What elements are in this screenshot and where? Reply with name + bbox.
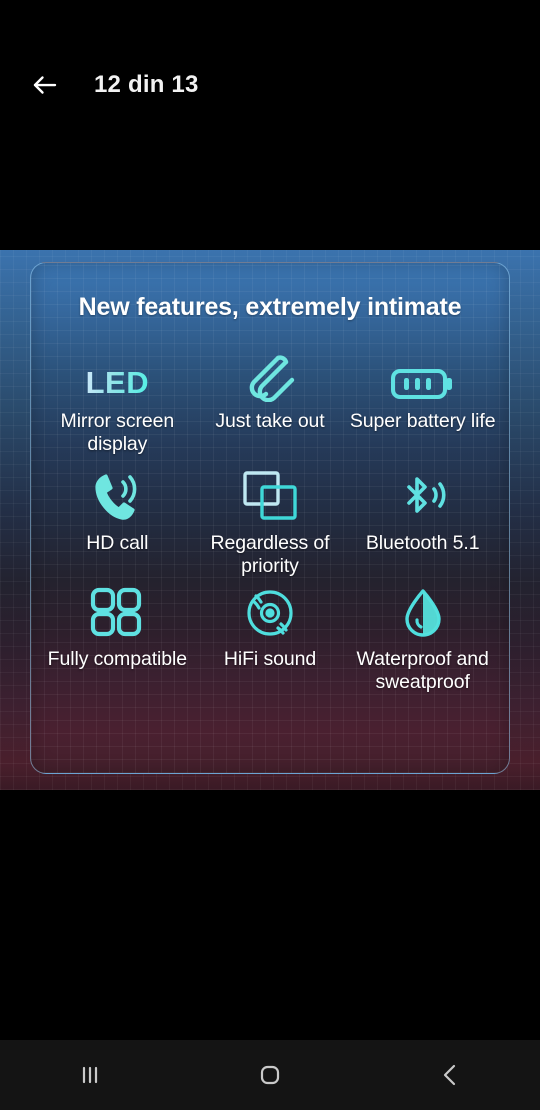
back-chevron-icon[interactable] xyxy=(405,1040,495,1110)
recents-icon[interactable] xyxy=(45,1040,135,1110)
feature-item-mirror-screen: LED Mirror screen display xyxy=(41,344,194,456)
feature-item-battery-life: Super battery life xyxy=(346,344,499,456)
feature-label: Bluetooth 5.1 xyxy=(365,532,480,554)
feature-item-fully-compatible: Fully compatible xyxy=(41,584,194,694)
phone-call-waves-icon xyxy=(89,468,145,524)
status-bar xyxy=(0,0,540,50)
feature-item-waterproof: Waterproof and sweatproof xyxy=(346,584,499,694)
bottom-spacer xyxy=(0,790,540,1050)
feature-item-hifi-sound: HiFi sound xyxy=(194,584,347,694)
feature-row-3: Fully compatible HiFi sound Waterproof a… xyxy=(41,584,499,694)
feature-label: HD call xyxy=(86,532,149,554)
feature-item-regardless-priority: Regardless of priority xyxy=(194,468,347,578)
feature-card: New features, extremely intimate LED Mir… xyxy=(30,262,510,774)
feature-label: Waterproof and sweatproof xyxy=(356,648,489,693)
app-header: 12 din 13 xyxy=(0,50,540,120)
header-spacer xyxy=(0,120,540,250)
water-droplet-icon xyxy=(396,584,450,640)
feature-label: Super battery life xyxy=(349,410,496,432)
feature-item-just-take-out: Just take out xyxy=(194,344,347,456)
paperclip-icon xyxy=(242,344,298,402)
feature-card-title: New features, extremely intimate xyxy=(78,293,462,321)
feature-label: Fully compatible xyxy=(47,648,187,670)
feature-item-hd-call: HD call xyxy=(41,468,194,578)
android-nav-bar xyxy=(0,1040,540,1110)
home-icon[interactable] xyxy=(225,1040,315,1110)
feature-label: HiFi sound xyxy=(223,648,317,670)
led-text-icon: LED xyxy=(85,365,150,400)
page-counter-title: 12 din 13 xyxy=(94,71,199,98)
feature-label: Regardless of priority xyxy=(210,532,330,577)
back-arrow-icon[interactable] xyxy=(26,66,64,104)
bluetooth-waves-icon xyxy=(395,468,451,524)
phone-screen: 12 din 13 New features, extremely intima… xyxy=(0,0,540,1110)
battery-full-icon xyxy=(390,344,456,402)
feature-item-bluetooth: Bluetooth 5.1 xyxy=(346,468,499,578)
feature-row-1: LED Mirror screen display Just take out … xyxy=(41,344,499,456)
feature-label: Mirror screen display xyxy=(60,410,175,455)
feature-label: Just take out xyxy=(215,410,325,432)
four-squares-grid-icon xyxy=(88,584,146,640)
feature-row-2: HD call Regardless of priority Bluetooth… xyxy=(41,468,499,578)
product-image[interactable]: New features, extremely intimate LED Mir… xyxy=(0,250,540,790)
vinyl-disc-icon xyxy=(243,584,297,640)
overlapping-squares-icon xyxy=(239,468,301,524)
